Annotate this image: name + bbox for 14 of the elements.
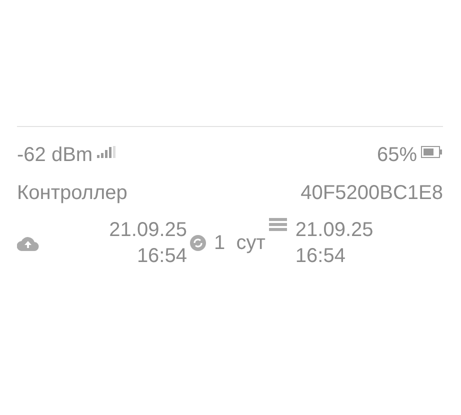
device-id: 40F5200BC1E8 — [300, 182, 443, 205]
battery-icon — [421, 146, 443, 158]
signal-icon — [96, 146, 117, 159]
device-name: Контроллер — [17, 182, 128, 205]
cloud-upload-icon — [17, 236, 39, 250]
list-icon — [269, 218, 288, 232]
record-date: 21.09.25 — [295, 218, 374, 243]
battery-reading: 65% — [376, 144, 417, 167]
sync-icon — [190, 235, 206, 251]
record-time: 16:54 — [295, 244, 346, 269]
upload-time: 16:54 — [136, 244, 187, 269]
signal-reading: -62 dBm — [17, 144, 93, 167]
upload-date: 21.09.25 — [109, 218, 187, 243]
sync-period: 1 сут — [214, 232, 266, 254]
